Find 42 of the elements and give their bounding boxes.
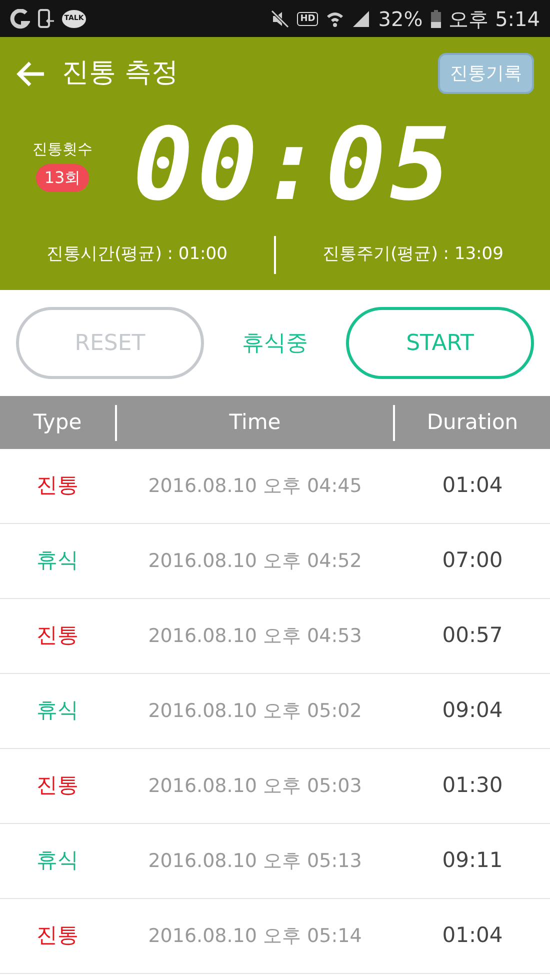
battery-icon: [430, 10, 441, 28]
average-duration: 진통시간(평균) : 01:00: [46, 244, 228, 264]
carrier-logo-icon: [10, 8, 30, 28]
type-cell: 진통: [36, 773, 78, 798]
phone-icon: [38, 8, 54, 28]
average-interval: 진통주기(평균) : 13:09: [322, 244, 504, 264]
count-label: 진통횟수: [32, 138, 92, 160]
count-badge: 13회: [36, 164, 89, 192]
wifi-icon: [326, 10, 344, 28]
type-cell: 휴식: [36, 698, 78, 722]
duration-cell: 09:11: [442, 848, 503, 872]
type-cell: 휴식: [36, 548, 78, 572]
signal-icon: [352, 10, 370, 28]
time-cell: 2016.08.10 오후 04:45: [148, 474, 362, 497]
column-header: Duration: [426, 410, 518, 434]
record-button[interactable]: 진통기록: [438, 53, 534, 94]
column-header: Type: [33, 410, 82, 434]
time-cell: 2016.08.10 오후 05:02: [148, 700, 362, 722]
duration-cell: 01:30: [442, 773, 503, 798]
status-label: 휴식중: [242, 330, 308, 358]
start-button[interactable]: START: [346, 307, 534, 379]
clock: 오후 5:14: [448, 6, 540, 32]
mute-icon: [271, 10, 290, 28]
type-cell: 진통: [36, 923, 78, 948]
type-cell: 휴식: [36, 848, 78, 872]
time-cell: 2016.08.10 오후 05:03: [148, 774, 362, 797]
type-cell: 진통: [36, 623, 78, 648]
duration-cell: 01:04: [442, 923, 503, 948]
time-cell: 2016.08.10 오후 04:52: [148, 550, 362, 572]
duration-cell: 00:57: [442, 623, 503, 648]
duration-cell: 09:04: [442, 698, 503, 722]
hd-icon: HD: [297, 12, 318, 26]
screen-title: 진통 측정: [62, 56, 180, 90]
timer-display: 00:05: [133, 115, 454, 215]
column-header: Time: [229, 410, 281, 434]
duration-cell: 01:04: [442, 473, 503, 498]
time-cell: 2016.08.10 오후 05:14: [148, 924, 362, 947]
time-cell: 2016.08.10 오후 04:53: [148, 624, 362, 647]
time-cell: 2016.08.10 오후 05:13: [148, 850, 362, 872]
battery-percent: 32%: [378, 6, 423, 32]
duration-cell: 07:00: [442, 548, 503, 572]
type-cell: 진통: [36, 473, 78, 498]
